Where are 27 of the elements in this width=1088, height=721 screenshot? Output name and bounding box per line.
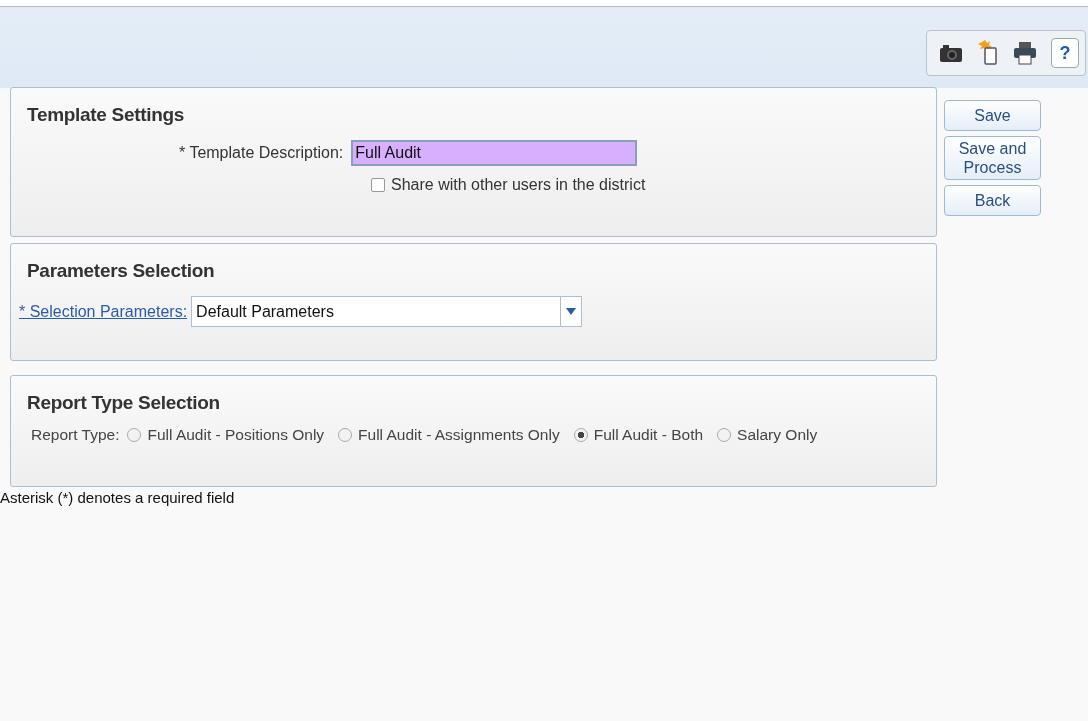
dropdown-arrow-icon [566,308,577,315]
radio-button[interactable] [338,428,353,442]
radio-button[interactable] [717,428,732,442]
radio-label: Full Audit - Assignments Only [358,426,560,444]
field-label: Report Type: [31,426,120,444]
field-label: * Template Description: [179,144,344,162]
checkbox-label: Share with other users in the district [391,176,646,194]
template-description-field[interactable]: Full Audit [351,140,638,166]
camera-icon[interactable] [939,43,963,63]
selection-parameters-dropdown[interactable]: Default Parameters [191,296,583,327]
section-title: Parameters Selection [27,260,216,282]
print-icon[interactable] [1013,41,1037,65]
action-button[interactable]: Save and Process [944,136,1041,181]
document-icon[interactable] [977,40,999,66]
radio-label: Salary Only [737,426,818,444]
section-title: Template Settings [27,104,186,126]
help-button[interactable]: ? [1051,38,1079,68]
checkbox[interactable] [371,178,385,192]
required-field-note: Asterisk (*) denotes a required field [0,489,236,506]
radio-button[interactable] [127,428,142,442]
action-button[interactable]: Save [944,100,1041,131]
action-button[interactable]: Back [944,185,1041,217]
radio-label: Full Audit - Both [593,426,704,444]
radio-button[interactable] [573,428,588,442]
section-title: Report Type Selection [27,392,221,414]
selection-parameters-link[interactable]: * Selection Parameters: [19,302,188,321]
radio-label: Full Audit - Positions Only [147,426,325,444]
